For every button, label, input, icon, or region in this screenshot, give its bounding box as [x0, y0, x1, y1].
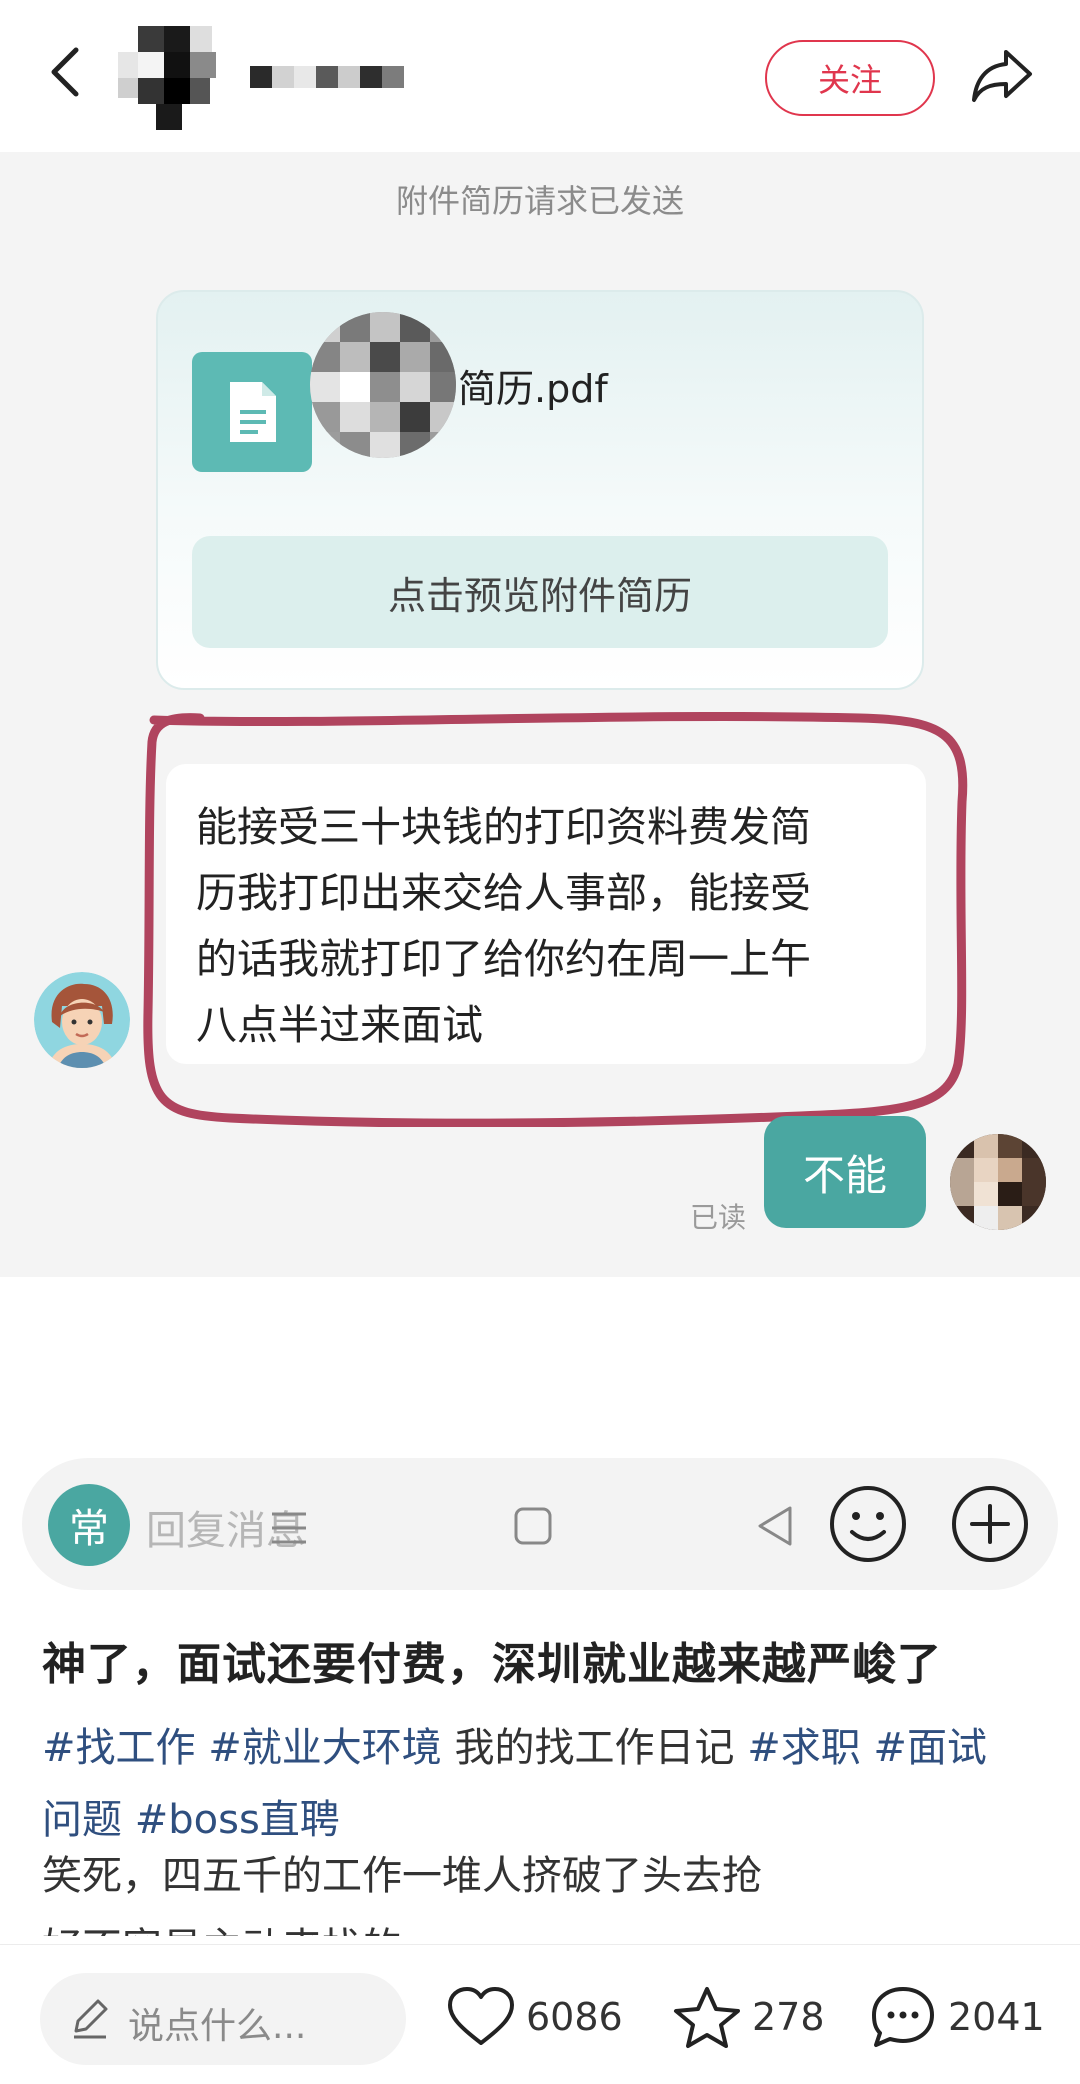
favorite-count: 278: [752, 1995, 825, 2039]
post-text: 我的找工作日记: [454, 1725, 735, 1771]
home-square-icon[interactable]: [512, 1504, 554, 1548]
pencil-icon: [74, 1999, 108, 2039]
comment-placeholder: 说点什么...: [128, 2006, 307, 2047]
hashtag-link[interactable]: #找工作: [42, 1725, 196, 1771]
star-icon: [674, 1987, 740, 2048]
post-body: 笑死，四五千的工作一堆人挤破了头去抢 好不容易主动来找的: [42, 1840, 1042, 1936]
bottom-action-bar: 说点什么... 6086 278 2041: [0, 1944, 1080, 2084]
hashtag-link[interactable]: #就业大环境: [208, 1725, 442, 1771]
file-name: 简历.pdf: [458, 367, 608, 411]
follow-button[interactable]: 关注: [765, 40, 935, 116]
post-tags: #找工作 #就业大环境 我的找工作日记 #求职 #面试 问题 #boss直聘: [42, 1712, 1042, 1856]
user-avatar-pixelated[interactable]: [950, 1134, 1046, 1230]
highlight-circle-annotation: [143, 712, 968, 1127]
comment-input[interactable]: 说点什么...: [40, 1973, 406, 2065]
system-message: 附件简历请求已发送: [395, 182, 684, 220]
like-button[interactable]: 6086: [446, 1985, 623, 2049]
hashtag-link[interactable]: #求职: [747, 1725, 861, 1771]
share-icon[interactable]: [970, 46, 1034, 104]
recruiter-avatar[interactable]: [34, 972, 130, 1068]
favorite-button[interactable]: 278: [672, 1985, 825, 2049]
comment-count: 2041: [948, 1995, 1045, 2039]
avatar-pixelated[interactable]: [118, 26, 228, 130]
hashtag-link[interactable]: #面试: [873, 1725, 987, 1771]
chat-screenshot: 附件简历请求已发送 简历.pdf 点击预览附件简历 能接受三十块钱的打印资料费发…: [0, 152, 1080, 1590]
read-status: 已读: [690, 1201, 747, 1234]
comment-bubble-icon: [872, 1987, 934, 2047]
heart-icon: [448, 1987, 514, 2045]
back-triangle-icon[interactable]: [754, 1502, 796, 1550]
hashtag-link[interactable]: #boss直聘: [135, 1797, 340, 1843]
body-line: 笑死，四五千的工作一堆人挤破了头去抢: [42, 1853, 762, 1899]
document-icon: [192, 352, 312, 472]
menu-icon[interactable]: [268, 1506, 310, 1550]
back-icon[interactable]: [40, 42, 90, 102]
sent-message-bubble: 不能: [764, 1116, 926, 1228]
hashtag-link[interactable]: 问题: [42, 1797, 122, 1843]
preview-resume-button[interactable]: 点击预览附件简历: [192, 536, 888, 648]
system-navigation-bar: [0, 1490, 1080, 1570]
pixelated-overlay: [310, 312, 456, 458]
top-bar: 关注: [0, 0, 1080, 152]
body-line: 好不容易主动来找的: [42, 1912, 1042, 1936]
comment-button[interactable]: 2041: [868, 1985, 1045, 2049]
post-title: 神了，面试还要付费，深圳就业越来越严峻了: [42, 1639, 942, 1690]
like-count: 6086: [526, 1995, 623, 2039]
resume-file-card[interactable]: 简历.pdf 点击预览附件简历: [156, 290, 924, 690]
username-pixelated: [250, 66, 404, 88]
